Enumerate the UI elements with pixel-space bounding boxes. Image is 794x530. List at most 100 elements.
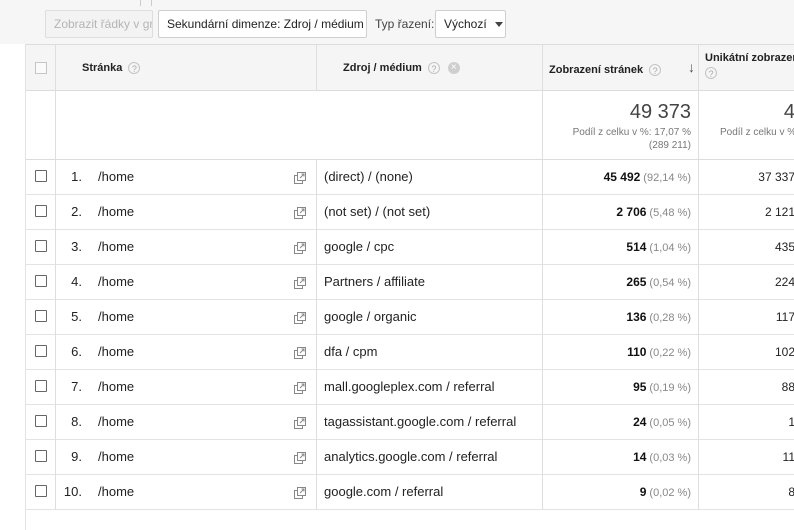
question-circle-icon[interactable]: ? (705, 67, 717, 79)
unique-pageviews-value: 8 (788, 485, 794, 499)
external-link-icon[interactable] (294, 381, 306, 394)
row-number: 2. (71, 204, 82, 219)
column-divider (698, 44, 699, 510)
page-link[interactable]: /home (98, 265, 134, 299)
unique-total-value: 4 (783, 101, 794, 123)
page-link[interactable]: /home (98, 405, 134, 439)
row-checkbox[interactable] (35, 345, 47, 357)
page-link[interactable]: /home (98, 440, 134, 474)
unique-pageviews-value: 435 (774, 240, 794, 254)
pageviews-cell: 514 (1,04 %) (543, 230, 691, 265)
totals-row: 49 373 Podíl z celku v %: 17,07 % (289 2… (26, 91, 794, 160)
question-circle-icon[interactable]: ? (128, 62, 141, 75)
row-checkbox[interactable] (35, 310, 47, 322)
page-link[interactable]: /home (98, 300, 134, 334)
source-medium-link[interactable]: dfa / cpm (324, 335, 377, 369)
table-row: 10. /home google.com / referral 9 (0,02 %) 8 (26, 475, 794, 510)
page-link[interactable]: /home (98, 335, 134, 369)
row-checkbox[interactable] (35, 380, 47, 392)
row-number: 6. (71, 344, 82, 359)
row-checkbox[interactable] (35, 240, 47, 252)
pageviews-percent: (0,03 %) (649, 452, 691, 464)
unique-pageviews-value: 102 (774, 345, 794, 359)
column-divider (316, 44, 317, 91)
sort-type-dropdown[interactable]: Výchozí (435, 10, 506, 38)
pageviews-cell: 136 (0,28 %) (543, 300, 691, 335)
row-number: 1. (71, 169, 82, 184)
table-row: 3. /home google / cpc 514 (1,04 %) 435 (26, 230, 794, 265)
column-header-source-medium-label: Zdroj / médium (343, 62, 422, 74)
page-link[interactable]: /home (98, 230, 134, 264)
unique-total-share: Podíl z celku v % (720, 127, 794, 138)
pageviews-value: 95 (633, 380, 647, 394)
external-link-icon[interactable] (294, 346, 306, 359)
plot-rows-button[interactable]: Zobrazit řádky v grafu (45, 10, 153, 38)
pageviews-percent: (0,19 %) (649, 382, 691, 394)
table-row: 7. /home mall.googleplex.com / referral 95(… (26, 370, 794, 405)
page-link[interactable]: /home (98, 160, 134, 194)
page-link[interactable]: /home (98, 370, 134, 404)
external-link-icon[interactable] (294, 451, 306, 464)
source-medium-link[interactable]: analytics.google.com / referral (324, 440, 497, 474)
column-header-page[interactable]: Stránka? (82, 45, 316, 91)
external-link-icon[interactable] (294, 311, 306, 324)
pageviews-cell: 24 (0,05 %) (543, 405, 691, 440)
source-medium-link[interactable]: (direct) / (none) (324, 160, 413, 194)
close-circle-icon[interactable]: × (447, 62, 460, 75)
secondary-dimension-label: Sekundární dimenze: Zdroj / médium (167, 17, 364, 31)
pageviews-value: 45 492 (603, 170, 641, 184)
source-medium-link[interactable]: google / cpc (324, 230, 394, 264)
pageviews-cell: 95 (0,19 %) (543, 370, 691, 405)
row-number: 7. (71, 379, 82, 394)
question-circle-icon[interactable]: ? (649, 64, 662, 77)
column-header-unique-pageviews[interactable]: Unikátní zobrazení ? (705, 45, 794, 91)
pageviews-cell: 2 706 (5,48 %) (543, 195, 691, 230)
table-row: 5. /home google / organic 136 (0,28 %) 117 (26, 300, 794, 335)
pageviews-percent: (0,28 %) (649, 312, 691, 324)
pageviews-cell: 110 (0,22 %) (543, 335, 691, 370)
column-divider (316, 160, 317, 510)
external-link-icon[interactable] (294, 206, 306, 219)
row-checkbox[interactable] (35, 485, 47, 497)
source-medium-link[interactable]: mall.googleplex.com / referral (324, 370, 495, 404)
pageviews-percent: (0,02 %) (649, 487, 691, 499)
pageviews-percent: (0,54 %) (649, 277, 691, 289)
pageviews-value: 2 706 (616, 205, 647, 219)
column-header-pageviews[interactable]: Zobrazení stránek? ↓ (549, 45, 699, 91)
question-circle-icon[interactable]: ? (427, 62, 440, 75)
pageviews-percent: (92,14 %) (643, 172, 691, 184)
pageviews-cell: 265 (0,54 %) (543, 265, 691, 300)
row-checkbox[interactable] (35, 170, 47, 182)
secondary-dimension-dropdown[interactable]: Sekundární dimenze: Zdroj / médium (158, 10, 367, 38)
unique-pageviews-value: 88 (781, 380, 794, 394)
page-link[interactable]: /home (98, 475, 134, 509)
source-medium-link[interactable]: google.com / referral (324, 475, 443, 509)
table-header: Stránka? Zdroj / médium? × Zobrazení strá… (26, 44, 794, 91)
row-checkbox[interactable] (35, 450, 47, 462)
sort-type-value: Výchozí (444, 17, 487, 31)
row-checkbox[interactable] (35, 205, 47, 217)
external-link-icon[interactable] (294, 171, 306, 184)
unique-pageviews-value: 2 121 (764, 205, 794, 219)
external-link-icon[interactable] (294, 416, 306, 429)
table-row: 2. /home (not set) / (not set) 2 706 (5,48 %… (26, 195, 794, 230)
row-checkbox[interactable] (35, 415, 47, 427)
external-link-icon[interactable] (294, 486, 306, 499)
external-link-icon[interactable] (294, 276, 306, 289)
arrow-down-icon[interactable]: ↓ (688, 59, 695, 75)
source-medium-link[interactable]: tagassistant.google.com / referral (324, 405, 516, 439)
toolbar-notch (140, 0, 152, 6)
row-checkbox[interactable] (35, 275, 47, 287)
pageviews-percent: (0,05 %) (649, 417, 691, 429)
source-medium-link[interactable]: Partners / affiliate (324, 265, 425, 299)
table-row: 4. /home Partners / affiliate 265 (0,54 %) 22… (26, 265, 794, 300)
external-link-icon[interactable] (294, 241, 306, 254)
page-link[interactable]: /home (98, 195, 134, 229)
column-divider (542, 44, 543, 510)
unique-pageviews-value: 37 337 (758, 170, 794, 184)
source-medium-link[interactable]: google / organic (324, 300, 417, 334)
column-header-source-medium[interactable]: Zdroj / médium? × (343, 45, 543, 91)
select-all-checkbox[interactable] (35, 62, 47, 74)
source-medium-link[interactable]: (not set) / (not set) (324, 195, 430, 229)
pageviews-percent: (1,04 %) (649, 242, 691, 254)
